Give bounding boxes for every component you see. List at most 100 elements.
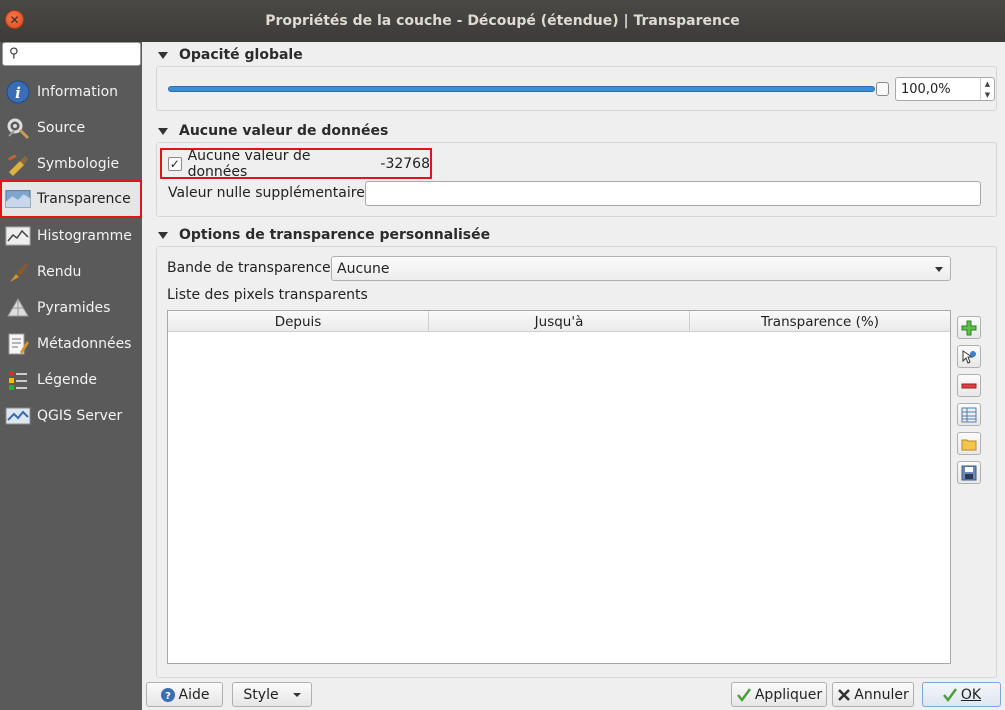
column-header-from[interactable]: Depuis bbox=[168, 311, 429, 332]
save-disk-icon bbox=[961, 465, 977, 480]
no-data-checkbox-row[interactable]: ✓ Aucune valeur de données -32768 bbox=[160, 147, 432, 180]
no-data-title: Aucune valeur de données bbox=[179, 123, 389, 139]
add-from-display-button[interactable] bbox=[957, 345, 981, 368]
remove-value-button[interactable] bbox=[957, 374, 981, 397]
transparency-band-select[interactable]: Aucune bbox=[331, 256, 951, 281]
spin-arrows[interactable]: ▲ ▼ bbox=[980, 78, 994, 100]
import-file-button[interactable] bbox=[957, 432, 981, 455]
no-data-checkbox[interactable]: ✓ bbox=[168, 156, 182, 171]
extra-null-input[interactable] bbox=[365, 181, 981, 206]
sidebar-item-label: QGIS Server bbox=[37, 408, 123, 424]
column-header-transparency[interactable]: Transparence (%) bbox=[690, 311, 950, 332]
column-header-to[interactable]: Jusqu'à bbox=[429, 311, 690, 332]
spin-up-icon[interactable]: ▲ bbox=[985, 80, 990, 88]
help-icon: ? bbox=[160, 687, 175, 702]
custom-transparency-title: Options de transparence personnalisée bbox=[179, 227, 491, 243]
no-data-value: -32768 bbox=[380, 155, 430, 172]
pyramids-icon bbox=[5, 295, 31, 321]
chevron-down-icon bbox=[935, 267, 943, 272]
global-opacity-header[interactable]: Opacité globale bbox=[156, 44, 303, 66]
sidebar-item-legend[interactable]: Légende bbox=[0, 362, 142, 398]
metadata-icon bbox=[5, 331, 31, 357]
add-plus-icon bbox=[961, 320, 977, 335]
ok-button[interactable]: OK bbox=[922, 682, 1001, 707]
cancel-button[interactable]: Annuler bbox=[832, 682, 914, 707]
sidebar-item-metadata[interactable]: Métadonnées bbox=[0, 326, 142, 362]
transparency-band-value: Aucune bbox=[337, 260, 390, 277]
info-icon: i bbox=[5, 79, 31, 105]
sidebar-item-transparency[interactable]: Transparence bbox=[0, 180, 142, 218]
pick-from-display-icon bbox=[962, 349, 976, 364]
style-button[interactable]: Style bbox=[232, 682, 312, 707]
default-values-button[interactable] bbox=[957, 403, 981, 426]
custom-transparency-header[interactable]: Options de transparence personnalisée bbox=[156, 224, 490, 246]
no-data-checkbox-label: Aucune valeur de données bbox=[187, 147, 311, 180]
sidebar-item-label: Information bbox=[37, 84, 119, 100]
check-icon bbox=[736, 687, 751, 702]
cancel-x-icon bbox=[838, 688, 851, 701]
table-header: Depuis Jusqu'à Transparence (%) bbox=[168, 311, 950, 332]
apply-button[interactable]: Appliquer bbox=[731, 682, 827, 707]
sidebar-item-label: Transparence bbox=[37, 191, 131, 207]
close-icon[interactable]: ✕ bbox=[5, 10, 24, 29]
no-data-header[interactable]: Aucune valeur de données bbox=[156, 120, 388, 142]
sidebar-item-label: Histogramme bbox=[37, 228, 132, 244]
sidebar-search-input[interactable] bbox=[25, 45, 135, 63]
render-brush-icon bbox=[5, 259, 31, 285]
main-panel: Opacité globale 100,0% ▲ ▼ Aucune valeur… bbox=[142, 42, 1005, 678]
collapse-triangle-icon bbox=[158, 127, 168, 135]
sidebar-item-label: Métadonnées bbox=[37, 336, 132, 352]
collapse-triangle-icon bbox=[158, 51, 168, 59]
sidebar: ⚲ i Information Source Symbologie Transp… bbox=[0, 42, 142, 710]
help-button-label: Aide bbox=[178, 686, 210, 703]
global-opacity-title: Opacité globale bbox=[179, 47, 303, 63]
pixel-list-label: Liste des pixels transparents bbox=[167, 287, 368, 303]
transparency-band-label: Bande de transparence bbox=[167, 260, 331, 276]
sidebar-item-histogram[interactable]: Histogramme bbox=[0, 218, 142, 254]
style-button-label: Style bbox=[243, 686, 279, 703]
sidebar-item-symbology[interactable]: Symbologie bbox=[0, 146, 142, 182]
check-icon bbox=[942, 687, 957, 702]
folder-open-icon bbox=[961, 439, 977, 450]
ok-button-label: OK bbox=[960, 686, 982, 703]
opacity-value: 100,0% bbox=[901, 81, 951, 97]
qgis-server-icon bbox=[5, 403, 31, 429]
opacity-slider-handle[interactable] bbox=[876, 82, 889, 96]
opacity-slider-track[interactable] bbox=[168, 86, 875, 92]
sidebar-item-label: Pyramides bbox=[37, 300, 111, 316]
sidebar-item-information[interactable]: i Information bbox=[0, 74, 142, 110]
add-value-button[interactable] bbox=[957, 316, 981, 339]
sidebar-search[interactable]: ⚲ bbox=[2, 42, 141, 66]
collapse-triangle-icon bbox=[158, 231, 168, 239]
svg-text:i: i bbox=[15, 84, 21, 102]
legend-icon bbox=[5, 367, 31, 393]
title-bar: ✕ Propriétés de la couche - Découpé (éte… bbox=[0, 0, 1005, 42]
window-title: Propriétés de la couche - Découpé (étend… bbox=[265, 13, 740, 29]
sidebar-item-render[interactable]: Rendu bbox=[0, 254, 142, 290]
table-icon bbox=[961, 407, 977, 422]
export-file-button[interactable] bbox=[957, 461, 981, 484]
help-button[interactable]: ? Aide bbox=[146, 682, 223, 707]
sidebar-item-label: Rendu bbox=[37, 264, 82, 280]
sidebar-item-label: Symbologie bbox=[37, 156, 120, 172]
opacity-spinbox[interactable]: 100,0% ▲ ▼ bbox=[895, 77, 995, 101]
remove-minus-icon bbox=[961, 383, 977, 388]
extra-null-label: Valeur nulle supplémentaire bbox=[168, 185, 365, 201]
source-icon bbox=[5, 115, 31, 141]
apply-button-label: Appliquer bbox=[754, 686, 823, 703]
cancel-button-label: Annuler bbox=[854, 686, 909, 703]
sidebar-item-source[interactable]: Source bbox=[0, 110, 142, 146]
sidebar-item-qgis-server[interactable]: QGIS Server bbox=[0, 398, 142, 434]
transparent-pixels-table[interactable]: Depuis Jusqu'à Transparence (%) bbox=[167, 310, 951, 664]
button-bar: ? Aide Style Appliquer Annuler OK bbox=[142, 678, 1005, 710]
svg-text:?: ? bbox=[165, 691, 171, 702]
sidebar-item-label: Source bbox=[37, 120, 86, 136]
search-icon: ⚲ bbox=[9, 46, 19, 61]
histogram-icon bbox=[5, 223, 31, 249]
sidebar-item-label: Légende bbox=[37, 372, 98, 388]
symbology-icon bbox=[5, 151, 31, 177]
sidebar-item-pyramids[interactable]: Pyramides bbox=[0, 290, 142, 326]
spin-down-icon[interactable]: ▼ bbox=[985, 91, 990, 99]
chevron-down-icon bbox=[292, 692, 301, 697]
transparency-icon bbox=[5, 186, 31, 212]
